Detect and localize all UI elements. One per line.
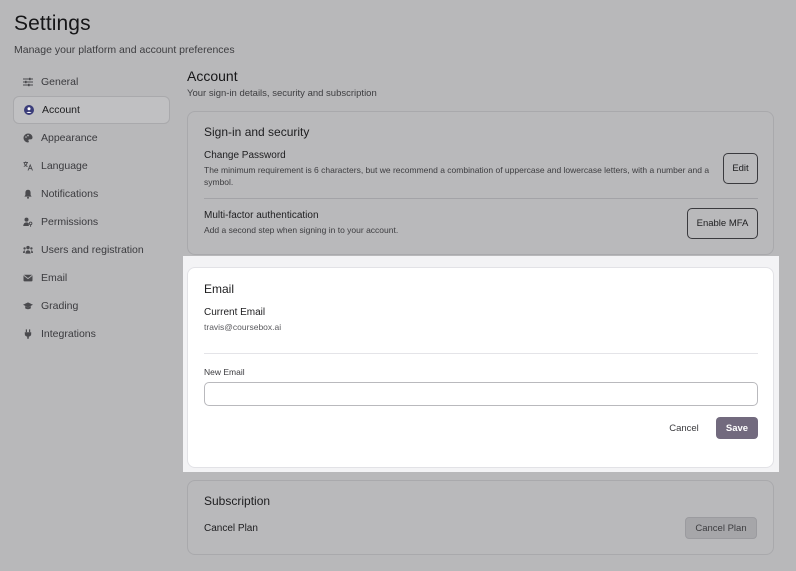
page-subtitle: Manage your platform and account prefere… xyxy=(14,44,235,56)
cancel-plan-button[interactable]: Cancel Plan xyxy=(685,517,757,539)
subscription-title: Subscription xyxy=(204,494,271,508)
sidebar-item-label: Email xyxy=(41,272,68,284)
change-password-description: The minimum requirement is 6 characters,… xyxy=(204,165,710,187)
account-header: Account Your sign-in details, security a… xyxy=(187,68,774,99)
sidebar-item-label: Appearance xyxy=(41,132,98,144)
sidebar-item-label: Users and registration xyxy=(41,244,144,256)
user-circle-icon xyxy=(24,105,34,115)
change-password-row: Change Password The minimum requirement … xyxy=(204,150,714,188)
plug-icon xyxy=(23,329,33,339)
change-password-title: Change Password xyxy=(204,150,286,161)
enable-mfa-button[interactable]: Enable MFA xyxy=(687,208,758,239)
divider xyxy=(204,353,758,354)
new-email-label: New Email xyxy=(204,367,245,377)
security-card-title: Sign-in and security xyxy=(204,125,310,139)
divider xyxy=(204,198,758,199)
sidebar-item-language[interactable]: Language xyxy=(13,152,170,180)
edit-password-button[interactable]: Edit xyxy=(723,153,758,184)
sidebar-item-label: Language xyxy=(41,160,88,172)
sidebar-item-permissions[interactable]: Permissions xyxy=(13,208,170,236)
users-icon xyxy=(23,245,33,255)
sidebar-item-integrations[interactable]: Integrations xyxy=(13,320,170,348)
envelope-icon xyxy=(23,273,33,283)
palette-icon xyxy=(23,133,33,143)
sidebar-item-email[interactable]: Email xyxy=(13,264,170,292)
sidebar-item-users-and-registration[interactable]: Users and registration xyxy=(13,236,170,264)
sidebar-item-appearance[interactable]: Appearance xyxy=(13,124,170,152)
page-header: Settings Manage your platform and accoun… xyxy=(14,12,235,56)
save-button[interactable]: Save xyxy=(716,417,758,439)
user-key-icon xyxy=(23,217,33,227)
account-subtitle: Your sign-in details, security and subsc… xyxy=(187,88,377,99)
email-card: Email Current Email travis@coursebox.ai … xyxy=(187,267,774,468)
sidebar-item-label: General xyxy=(41,76,79,88)
sidebar-item-label: Integrations xyxy=(41,328,96,340)
sidebar-item-grading[interactable]: Grading xyxy=(13,292,170,320)
sidebar-item-notifications[interactable]: Notifications xyxy=(13,180,170,208)
current-email-label: Current Email xyxy=(204,307,266,318)
sidebar-item-account[interactable]: Account xyxy=(13,96,170,124)
mfa-description: Add a second step when signing in to you… xyxy=(204,225,399,235)
subscription-card: Subscription Cancel Plan Cancel Plan xyxy=(187,480,774,555)
settings-sidebar: General Account Appearance Language Noti… xyxy=(13,68,170,348)
cancel-plan-label: Cancel Plan xyxy=(204,523,258,534)
sidebar-item-label: Permissions xyxy=(41,216,99,228)
page-title: Settings xyxy=(14,12,91,35)
email-card-title: Email xyxy=(204,282,235,296)
new-email-input[interactable] xyxy=(204,382,758,406)
mfa-row: Multi-factor authentication Add a second… xyxy=(204,210,664,236)
sidebar-item-general[interactable]: General xyxy=(13,68,170,96)
mfa-title: Multi-factor authentication xyxy=(204,210,319,221)
sidebar-item-label: Notifications xyxy=(41,188,99,200)
bell-icon xyxy=(23,189,33,199)
cancel-button[interactable]: Cancel xyxy=(662,418,706,438)
sidebar-item-label: Account xyxy=(42,104,80,116)
sliders-icon xyxy=(23,77,33,87)
sidebar-item-label: Grading xyxy=(41,300,79,312)
account-title: Account xyxy=(187,68,238,84)
graduation-cap-icon xyxy=(23,301,33,311)
translate-icon xyxy=(23,161,33,171)
security-card: Sign-in and security Change Password The… xyxy=(187,111,774,255)
current-email-value: travis@coursebox.ai xyxy=(204,322,282,332)
